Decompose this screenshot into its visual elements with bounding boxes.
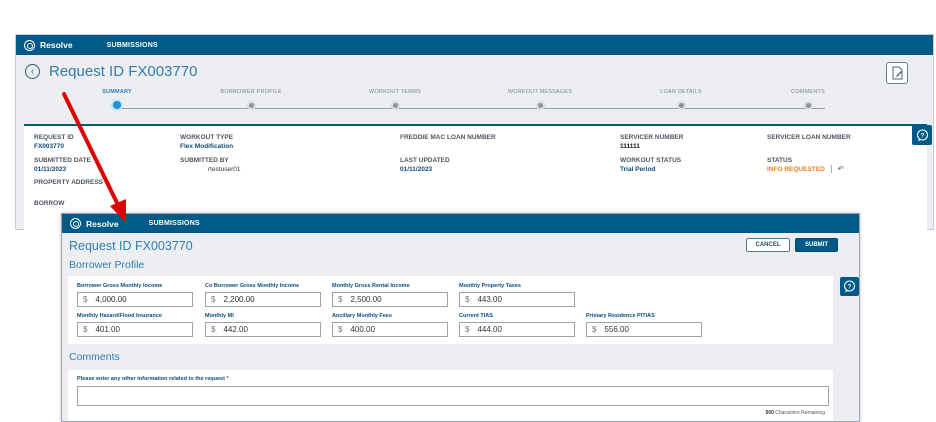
back-arrow-icon[interactable]: ‹ bbox=[25, 64, 40, 79]
help-chat-icon: ? bbox=[843, 280, 856, 293]
step-comments[interactable]: COMMENTS bbox=[758, 89, 858, 110]
help-chat-button[interactable]: ? bbox=[840, 277, 859, 296]
status-badge: INFO REQUESTED ↶ bbox=[767, 165, 844, 174]
borrower-field: BORROW bbox=[34, 200, 65, 207]
background-window: Resolve SUBMISSIONS ‹ Request ID FX00377… bbox=[15, 34, 934, 230]
brand-label: Resolve bbox=[86, 218, 119, 229]
gross-rental-income-field: Monthly Gross Rental Income $2,500.00 bbox=[332, 283, 448, 307]
property-address-field: PROPERTY ADDRESS bbox=[34, 179, 103, 186]
submit-button[interactable]: SUBMIT bbox=[795, 238, 838, 252]
step-dot bbox=[803, 101, 813, 110]
step-borrower-profile[interactable]: BORROWER PROFILE bbox=[201, 89, 301, 110]
hazard-flood-insurance-field: Monthly Hazard/Flood Insurance $401.00 bbox=[77, 313, 193, 337]
monthly-mi-input[interactable]: $442.00 bbox=[205, 322, 321, 337]
co-borrower-gross-income-input[interactable]: $2,200.00 bbox=[205, 292, 321, 307]
history-icon[interactable]: ↶ bbox=[838, 166, 844, 173]
submitted-date-field: SUBMITTED DATE 01/11/2023 bbox=[34, 157, 91, 173]
help-chat-icon: ? bbox=[916, 128, 928, 141]
primary-residence-pitias-input[interactable]: $556.00 bbox=[586, 322, 702, 337]
borrower-gross-income-input[interactable]: $4,000.00 bbox=[77, 292, 193, 307]
freddie-mac-loan-field: FREDDIE MAC LOAN NUMBER bbox=[400, 134, 496, 141]
top-nav-bar: Resolve SUBMISSIONS bbox=[62, 214, 859, 233]
co-borrower-gross-income-field: Co Borrower Gross Monthly Income $2,200.… bbox=[205, 283, 321, 307]
comments-heading: Comments bbox=[69, 351, 120, 363]
step-dot-active bbox=[111, 99, 123, 111]
ancillary-fees-field: Ancillary Monthly Fees $400.00 bbox=[332, 313, 448, 337]
submitted-by-field: SUBMITTED BY rtestuser01 bbox=[180, 157, 241, 173]
help-chat-button[interactable]: ? bbox=[912, 125, 932, 145]
step-dot bbox=[390, 101, 400, 110]
resolve-logo-icon bbox=[24, 39, 35, 51]
hazard-flood-insurance-input[interactable]: $401.00 bbox=[77, 322, 193, 337]
cancel-button[interactable]: CANCEL bbox=[746, 238, 790, 252]
edit-document-icon bbox=[892, 66, 902, 80]
step-workout-terms[interactable]: WORKOUT TERMS bbox=[345, 89, 445, 110]
progress-stepper: SUMMARY BORROWER PROFILE WORKOUT TERMS W… bbox=[71, 89, 871, 117]
section-title-borrower-profile: Borrower Profile bbox=[69, 259, 145, 271]
step-dot bbox=[535, 101, 545, 110]
step-workout-messages[interactable]: WORKOUT MESSAGES bbox=[490, 89, 590, 110]
page-title: Request ID FX003770 bbox=[69, 239, 193, 253]
servicer-loan-field: SERVICER LOAN NUMBER bbox=[767, 134, 851, 141]
status-field: STATUS INFO REQUESTED ↶ bbox=[767, 157, 844, 174]
characters-remaining: 500 Characters Remaining bbox=[765, 410, 825, 416]
nav-submissions[interactable]: SUBMISSIONS bbox=[107, 42, 158, 49]
request-id-field: REQUEST ID FX003770 bbox=[34, 134, 74, 150]
borrower-gross-income-field: Borrower Gross Monthly Income $4,000.00 bbox=[77, 283, 193, 307]
page-title: Request ID FX003770 bbox=[49, 63, 198, 80]
step-dot bbox=[676, 101, 686, 110]
brand[interactable]: Resolve bbox=[62, 218, 119, 229]
servicer-number-field: SERVICER NUMBER 111111 bbox=[620, 134, 684, 150]
edit-button[interactable] bbox=[886, 62, 908, 84]
top-nav-bar: Resolve SUBMISSIONS bbox=[16, 35, 933, 55]
borrower-profile-card: Borrower Gross Monthly Income $4,000.00 … bbox=[68, 276, 833, 344]
step-loan-details[interactable]: LOAN DETAILS bbox=[631, 89, 731, 110]
ancillary-fees-input[interactable]: $400.00 bbox=[332, 322, 448, 337]
primary-residence-pitias-field: Primary Residence PITIAS $556.00 bbox=[586, 313, 702, 337]
step-summary[interactable]: SUMMARY bbox=[67, 89, 167, 111]
workout-type-field: WORKOUT TYPE Flex Modification bbox=[180, 134, 234, 150]
comments-label: Please enter any other information relat… bbox=[77, 376, 229, 382]
gross-rental-income-input[interactable]: $2,500.00 bbox=[332, 292, 448, 307]
property-taxes-field: Monthly Property Taxes $443.00 bbox=[459, 283, 575, 307]
current-tias-field: Current TIAS $444.00 bbox=[459, 313, 575, 337]
nav-submissions[interactable]: SUBMISSIONS bbox=[149, 220, 200, 227]
workout-status-field: WORKOUT STATUS Trial Period bbox=[620, 157, 682, 173]
monthly-mi-field: Monthly MI $442.00 bbox=[205, 313, 321, 337]
resolve-logo-icon bbox=[70, 218, 81, 229]
current-tias-input[interactable]: $444.00 bbox=[459, 322, 575, 337]
svg-text:?: ? bbox=[848, 283, 852, 290]
last-updated-field: LAST UPDATED 01/11/2023 bbox=[400, 157, 450, 173]
step-dot bbox=[246, 101, 256, 110]
brand[interactable]: Resolve bbox=[16, 39, 73, 51]
property-taxes-input[interactable]: $443.00 bbox=[459, 292, 575, 307]
comments-card: Please enter any other information relat… bbox=[68, 370, 833, 421]
foreground-window: Resolve SUBMISSIONS Request ID FX003770 … bbox=[61, 213, 860, 422]
comments-textarea[interactable] bbox=[77, 386, 829, 406]
brand-label: Resolve bbox=[40, 40, 73, 50]
svg-text:?: ? bbox=[920, 132, 924, 139]
